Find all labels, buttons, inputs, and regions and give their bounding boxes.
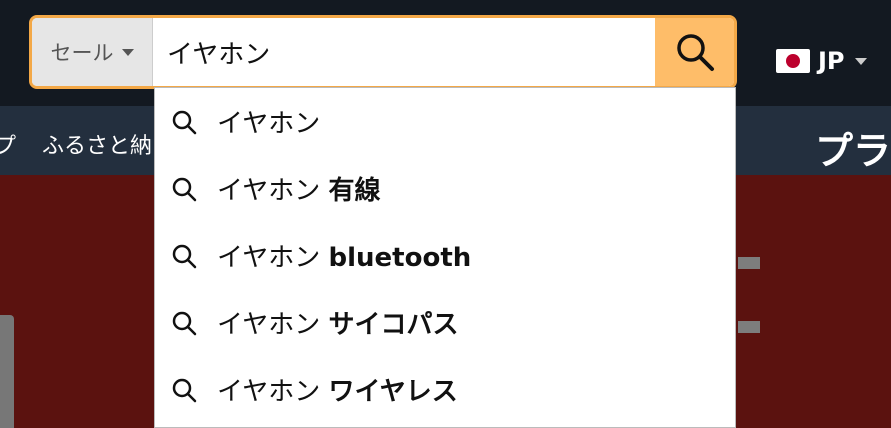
search-icon bbox=[676, 34, 714, 71]
locale-label: JP bbox=[818, 47, 845, 75]
suggestion-item[interactable]: イヤホン 有線 bbox=[155, 155, 735, 222]
search-input[interactable] bbox=[163, 18, 657, 86]
search-icon bbox=[172, 110, 197, 135]
search-icon bbox=[172, 378, 197, 403]
nav-promo-text[interactable]: プラ bbox=[815, 120, 891, 175]
japan-flag-icon bbox=[776, 49, 810, 73]
suggestion-text: イヤホン 有線 bbox=[217, 176, 381, 206]
search-bar: セール bbox=[29, 15, 737, 89]
locale-selector[interactable]: JP bbox=[776, 47, 867, 75]
banner-decoration bbox=[738, 321, 760, 333]
search-button[interactable] bbox=[655, 18, 734, 86]
product-image bbox=[0, 315, 14, 428]
suggestion-text: イヤホン ワイヤレス bbox=[217, 377, 458, 407]
search-icon bbox=[172, 311, 197, 336]
suggestion-text: イヤホン サイコパス bbox=[217, 310, 459, 340]
search-icon bbox=[172, 177, 197, 202]
suggestion-item[interactable]: イヤホン bluetooth bbox=[155, 222, 735, 289]
search-icon bbox=[172, 244, 197, 269]
banner-decoration bbox=[738, 257, 760, 269]
department-label: セール bbox=[50, 41, 114, 65]
suggestion-text: イヤホン bluetooth bbox=[217, 243, 472, 273]
search-suggestions: イヤホン イヤホン 有線 イヤホン bluetooth イヤホン サイコパス イ… bbox=[154, 87, 736, 428]
suggestion-item[interactable]: イヤホン bbox=[155, 88, 735, 155]
suggestion-item[interactable]: イヤホン ワイヤレス bbox=[155, 356, 735, 423]
nav-item-clipped[interactable]: プ bbox=[0, 128, 16, 160]
chevron-down-icon bbox=[854, 57, 867, 65]
suggestion-text: イヤホン bbox=[217, 109, 321, 139]
department-select[interactable]: セール bbox=[32, 18, 153, 86]
chevron-down-icon bbox=[121, 48, 134, 56]
nav-item-furusato[interactable]: ふるさと納 bbox=[42, 128, 152, 160]
suggestion-item[interactable]: イヤホン サイコパス bbox=[155, 289, 735, 356]
